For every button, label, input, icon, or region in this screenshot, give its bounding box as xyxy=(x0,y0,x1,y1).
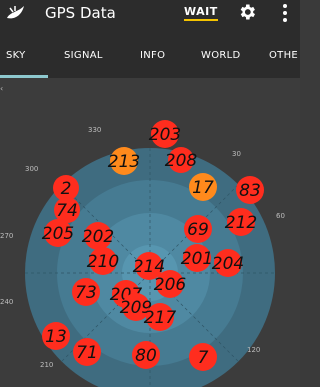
satellite-prn-label: 210 xyxy=(87,252,119,272)
satellite-marker[interactable]: 202 xyxy=(82,222,114,250)
more-vert-icon[interactable] xyxy=(280,2,290,24)
degree-label: 330 xyxy=(88,126,101,134)
app-bar: GPS Data WAIT xyxy=(0,0,300,30)
satellite-prn-label: 17 xyxy=(192,178,214,198)
satellite-marker[interactable]: 201 xyxy=(181,244,213,272)
gear-icon[interactable] xyxy=(237,2,257,22)
satellite-marker[interactable]: 217 xyxy=(144,303,177,331)
satellite-prn-label: 204 xyxy=(212,254,244,274)
satellite-prn-label: 202 xyxy=(82,227,114,247)
satellite-marker[interactable]: 83 xyxy=(236,176,264,204)
degree-label: 120 xyxy=(247,346,260,354)
satellite-marker[interactable]: 69 xyxy=(184,215,212,243)
satellite-prn-label: 208 xyxy=(165,151,198,171)
satellite-marker[interactable]: 73 xyxy=(72,278,100,306)
satellite-marker[interactable]: 13 xyxy=(42,322,70,350)
satellite-prn-label: 13 xyxy=(45,327,67,347)
satellite-marker[interactable]: 208 xyxy=(165,147,198,173)
satellite-marker[interactable]: 17 xyxy=(189,173,217,201)
satellite-prn-label: 69 xyxy=(187,220,209,240)
satellite-prn-label: 7 xyxy=(198,348,209,368)
tab-world[interactable]: WORLD xyxy=(201,50,240,61)
satellite-marker[interactable]: 80 xyxy=(132,341,160,369)
satellite-marker[interactable]: 71 xyxy=(73,338,101,366)
tab-signal[interactable]: SIGNAL xyxy=(64,50,103,61)
app-title: GPS Data xyxy=(45,4,116,22)
tab-info[interactable]: INFO xyxy=(140,50,165,61)
tab-other[interactable]: OTHE xyxy=(269,50,298,61)
degree-label: 60 xyxy=(276,212,285,220)
satellite-prn-label: 213 xyxy=(108,152,140,172)
degree-label: 30 xyxy=(232,150,241,158)
wait-button[interactable]: WAIT xyxy=(184,5,218,21)
moon-satellite-icon[interactable] xyxy=(4,2,28,26)
degree-label: 270 xyxy=(0,232,13,240)
degree-label: 240 xyxy=(0,298,13,306)
satellite-marker[interactable]: 206 xyxy=(154,270,187,298)
satellite-prn-label: 74 xyxy=(56,201,78,221)
satellite-prn-label: 206 xyxy=(154,275,187,295)
satellite-marker[interactable]: 204 xyxy=(212,249,244,277)
satellite-prn-label: 203 xyxy=(149,125,181,145)
sky-view: ‹ 330 30 300 60 270 240 210 120 203 213 20… xyxy=(0,78,300,387)
sky-plot[interactable]: 330 30 300 60 270 240 210 120 203213 2082… xyxy=(0,78,300,387)
satellite-prn-label: 80 xyxy=(135,346,157,366)
satellite-prn-label: 212 xyxy=(225,213,257,233)
satellite-marker[interactable]: 205 xyxy=(42,219,74,247)
tab-sky[interactable]: SKY xyxy=(6,50,26,61)
degree-label: 210 xyxy=(40,361,53,369)
satellite-prn-label: 201 xyxy=(181,249,213,269)
satellite-prn-label: 205 xyxy=(42,224,74,244)
degree-label: 300 xyxy=(25,165,38,173)
satellite-marker[interactable]: 213 xyxy=(108,147,140,175)
satellite-marker[interactable]: 203 xyxy=(149,120,181,148)
satellite-marker[interactable]: 210 xyxy=(87,247,119,275)
satellite-marker[interactable]: 212 xyxy=(225,208,257,236)
satellite-prn-label: 73 xyxy=(75,283,97,303)
satellite-prn-label: 217 xyxy=(144,308,177,328)
satellite-marker[interactable]: 7 xyxy=(189,343,217,371)
tab-bar: SKY SIGNAL INFO WORLD OTHE xyxy=(0,30,300,78)
satellite-prn-label: 71 xyxy=(76,343,98,363)
satellite-prn-label: 83 xyxy=(239,181,261,201)
satellite-prn-label: 2 xyxy=(61,179,72,199)
